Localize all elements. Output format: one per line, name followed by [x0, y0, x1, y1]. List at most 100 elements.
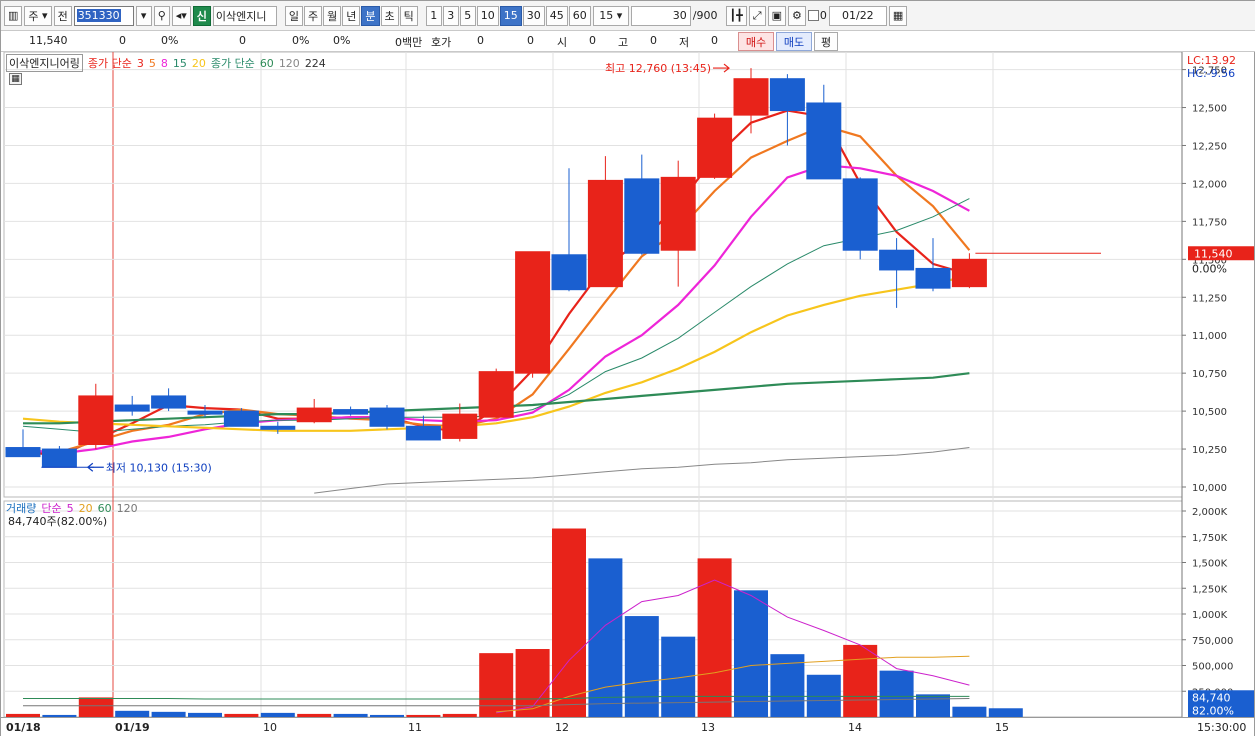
volume-bar: [661, 636, 696, 717]
candle-icon[interactable]: ┃╋: [725, 5, 747, 26]
volume-ma-period-120[interactable]: 120: [117, 502, 138, 515]
hc-label: HC:-9.56: [1187, 67, 1236, 80]
volume-current: 84,740주(82.00%): [8, 515, 108, 528]
code-dropdown-icon[interactable]: ▾: [135, 5, 152, 26]
count-field[interactable]: 30: [630, 5, 691, 26]
checkbox-label: 0: [819, 9, 827, 22]
average-button[interactable]: 평: [814, 32, 838, 51]
chart-type-icon[interactable]: ▥: [4, 5, 23, 26]
interval-tab-3[interactable]: 3: [442, 5, 459, 26]
ma-short-period-3[interactable]: 3: [137, 57, 144, 70]
ma-short-period-15[interactable]: 15: [173, 57, 187, 70]
ma-short-title[interactable]: 종가 단순: [88, 55, 132, 71]
info-open-label: 시: [557, 36, 568, 49]
gear-icon[interactable]: ⚙: [787, 5, 806, 26]
period-tab-2[interactable]: 월: [323, 5, 342, 26]
ma-long-period-60[interactable]: 60: [260, 57, 274, 70]
candle-body: [223, 410, 259, 427]
period-tab-4[interactable]: 분: [361, 5, 380, 26]
period-tab-5[interactable]: 초: [380, 5, 399, 26]
price-tick-label: 11,000: [1192, 331, 1227, 342]
time-label-3: 11: [408, 721, 422, 734]
info-volume: 0: [239, 34, 246, 47]
volume-bar: [988, 708, 1023, 717]
count-total: /900: [692, 9, 718, 22]
ma-long-period-224[interactable]: 224: [305, 57, 326, 70]
price-legend: 이삭엔지니어링 종가 단순 3 5 8 15 20 종가 단순 60 120 224: [6, 54, 326, 72]
interval-tab-10[interactable]: 10: [476, 5, 499, 26]
save-icon[interactable]: ▣: [767, 5, 786, 26]
time-label-6: 14: [848, 721, 862, 734]
prev-button[interactable]: 전: [53, 5, 72, 26]
new-badge: 신: [192, 5, 211, 26]
period-tab-3[interactable]: 년: [342, 5, 361, 26]
high-annotation-label: 최고 12,760 (13:45): [605, 62, 711, 75]
period-tab-0[interactable]: 일: [284, 5, 304, 26]
date-field[interactable]: 01/22: [828, 5, 887, 26]
time-label-7: 15: [995, 721, 1009, 734]
ma-short-period-5[interactable]: 5: [149, 57, 156, 70]
chart-area[interactable]: 12,75012,50012,25012,00011,75011,50011,2…: [1, 52, 1254, 736]
price-tick-label: 10,750: [1192, 369, 1227, 380]
info-amount: 0백만: [395, 36, 423, 49]
candle-body: [187, 410, 223, 415]
candle-body: [587, 179, 623, 288]
candle-body: [151, 395, 187, 409]
volume-tick-label: 1,750K: [1192, 533, 1228, 544]
period-tab-6[interactable]: 틱: [399, 5, 418, 26]
table-icon[interactable]: ▦: [9, 73, 22, 85]
volume-tick-label: 1,250K: [1192, 584, 1228, 595]
time-label-2: 10: [263, 721, 277, 734]
candle-body: [333, 409, 369, 415]
ma-long-period-120[interactable]: 120: [279, 57, 300, 70]
interval-tab-45[interactable]: 45: [545, 5, 568, 26]
market-select[interactable]: 주 ▾: [24, 5, 52, 26]
checkbox-box[interactable]: [807, 10, 819, 21]
time-label-5: 13: [701, 721, 715, 734]
volume-bar: [624, 616, 659, 717]
time-label-0: 01/18: [6, 721, 41, 734]
interval-tab-1[interactable]: 1: [425, 5, 442, 26]
volume-tick-label: 750,000: [1192, 636, 1233, 647]
price-tick-label: 11,250: [1192, 293, 1227, 304]
volume-current-pct-text: 82.00%: [1192, 704, 1234, 717]
time-axis-right-label: 15:30:00: [1197, 721, 1247, 734]
volume-current-tag-text: 84,740: [1192, 691, 1231, 704]
info-bar: 11,540 0 0% 0 0% 0% 0백만 호가 0 0 시 0 고 0 저…: [1, 31, 1255, 52]
period-tab-1[interactable]: 주: [304, 5, 323, 26]
candle-body: [806, 102, 842, 180]
trend-tool-icon[interactable]: ⤢: [748, 5, 766, 26]
interval-tab-30[interactable]: 30: [522, 5, 545, 26]
interval-tab-5[interactable]: 5: [459, 5, 476, 26]
current-pct-tag-text: 0.00%: [1192, 262, 1227, 275]
volume-bar: [916, 694, 950, 717]
period-tabs: 일주월년분초틱: [284, 5, 418, 26]
info-low-val: 0: [711, 34, 718, 47]
info-vol-pct: 0%: [292, 34, 310, 47]
interval-select[interactable]: 15 ▾: [592, 5, 629, 26]
sell-button[interactable]: 매도: [776, 32, 812, 51]
candle-body: [478, 371, 514, 418]
volume-tick-label: 1,500K: [1192, 559, 1228, 570]
interval-tab-60[interactable]: 60: [568, 5, 591, 26]
search-icon[interactable]: ⚲: [153, 5, 170, 26]
volume-bar: [78, 697, 113, 717]
volume-bar: [952, 706, 987, 717]
buy-button[interactable]: 매수: [738, 32, 774, 51]
stock-name-legend[interactable]: 이삭엔지니어링: [6, 54, 83, 72]
ma-short-period-20[interactable]: 20: [192, 57, 206, 70]
candle-body: [915, 267, 951, 289]
calendar-icon[interactable]: ▦: [888, 5, 908, 26]
candle-body: [369, 407, 405, 427]
ma-short-period-8[interactable]: 8: [161, 57, 168, 70]
interval-tab-15[interactable]: 15: [499, 5, 522, 26]
info-change-pct: 0%: [161, 34, 179, 47]
option-checkbox[interactable]: 0: [807, 9, 827, 22]
speaker-icon[interactable]: ◂▾: [171, 5, 191, 26]
code-input[interactable]: 351330: [73, 5, 134, 26]
info-quote-label: 호가: [431, 36, 452, 49]
ma-long-title[interactable]: 종가 단순: [211, 55, 255, 71]
info-quote-val1: 0: [477, 34, 484, 47]
volume-bar: [843, 644, 878, 717]
lc-label: LC:13.92: [1187, 54, 1237, 67]
